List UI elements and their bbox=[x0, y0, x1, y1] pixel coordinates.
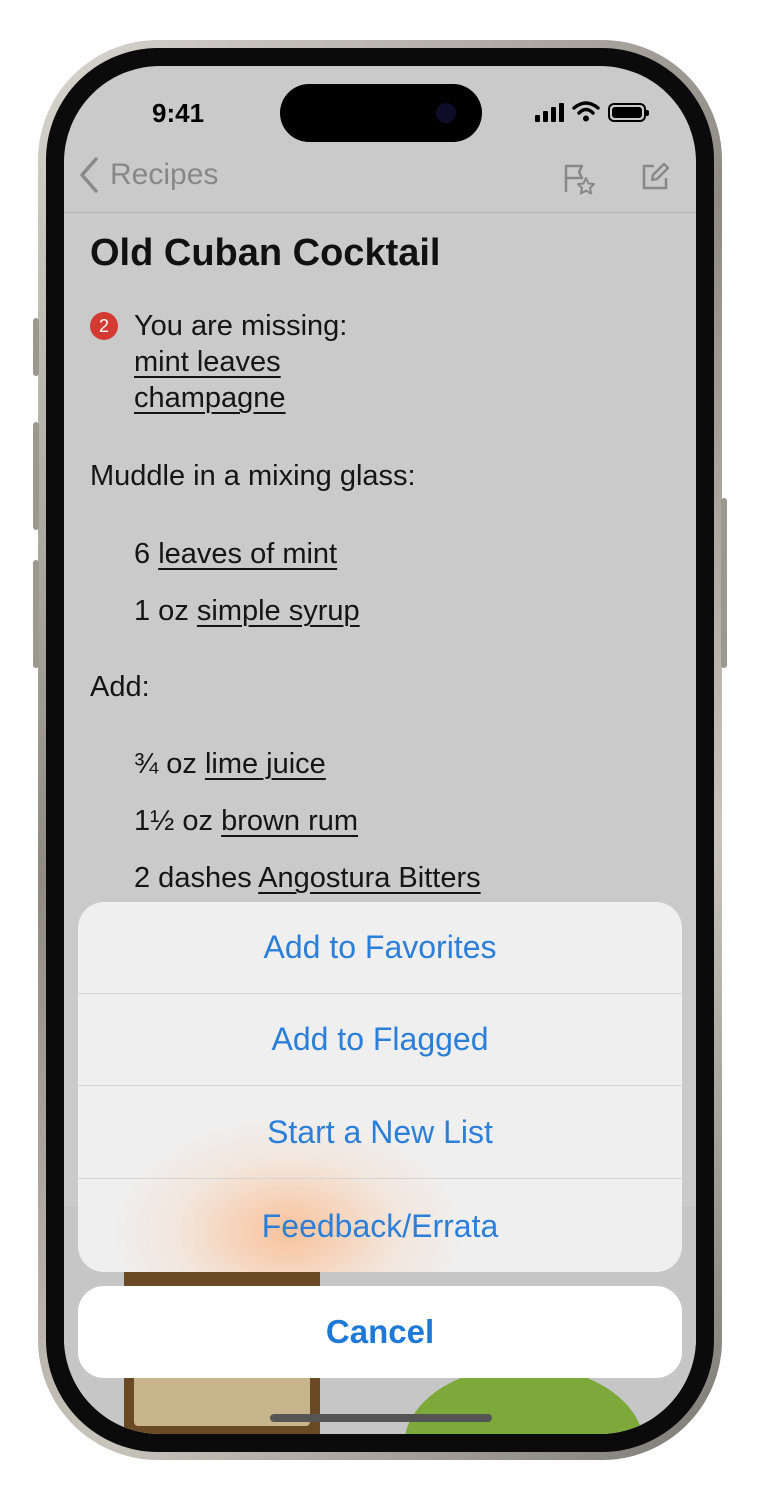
ingredient-quantity: 2 dashes bbox=[134, 862, 252, 894]
ingredient-quantity: 1½ oz bbox=[134, 805, 213, 837]
missing-label: You are missing: bbox=[134, 310, 348, 342]
missing-count-badge: 2 bbox=[90, 312, 118, 340]
missing-item-link[interactable]: champagne bbox=[134, 382, 286, 415]
add-to-favorites-button[interactable]: Add to Favorites bbox=[78, 902, 682, 994]
dynamic-island bbox=[280, 84, 482, 142]
navigation-bar: Recipes bbox=[64, 150, 696, 213]
wifi-icon bbox=[572, 101, 600, 122]
ingredient-link[interactable]: brown rum bbox=[221, 805, 358, 837]
ingredient-link[interactable]: leaves of mint bbox=[158, 538, 337, 570]
action-button bbox=[33, 318, 39, 376]
feedback-errata-button[interactable]: Feedback/Errata bbox=[78, 1180, 682, 1272]
power-button bbox=[721, 498, 727, 668]
add-to-flagged-button[interactable]: Add to Flagged bbox=[78, 994, 682, 1086]
ingredient-link[interactable]: lime juice bbox=[205, 748, 326, 780]
ingredient-line: ¾ oz lime juice bbox=[134, 748, 326, 781]
camera-icon bbox=[436, 103, 456, 123]
back-button[interactable]: Recipes bbox=[78, 156, 218, 194]
status-time: 9:41 bbox=[152, 98, 205, 128]
compose-icon[interactable] bbox=[640, 162, 670, 192]
flag-star-icon[interactable] bbox=[562, 162, 598, 196]
action-sheet: Add to Favorites Add to Flagged Start a … bbox=[78, 902, 682, 1272]
battery-icon bbox=[608, 103, 649, 122]
chevron-left-icon bbox=[80, 157, 98, 193]
cancel-button[interactable]: Cancel bbox=[78, 1286, 682, 1378]
section-heading: Muddle in a mixing glass: bbox=[90, 460, 416, 492]
screen: 9:41 Recipes Old Cuban Cocktail 2 You ar… bbox=[64, 66, 696, 1434]
start-new-list-button[interactable]: Start a New List bbox=[78, 1087, 682, 1179]
cellular-signal-icon bbox=[535, 103, 564, 122]
ingredient-quantity: 6 bbox=[134, 538, 151, 570]
section-heading: Add: bbox=[90, 671, 150, 703]
back-label: Recipes bbox=[110, 158, 219, 191]
ingredient-line: 1½ oz brown rum bbox=[134, 805, 358, 838]
ingredient-line: 1 oz simple syrup bbox=[134, 595, 360, 628]
missing-item-link[interactable]: mint leaves bbox=[134, 346, 281, 379]
ingredient-link[interactable]: simple syrup bbox=[197, 595, 360, 627]
volume-down-button bbox=[33, 560, 39, 668]
ingredient-link[interactable]: Angostura Bitters bbox=[258, 862, 480, 894]
ingredient-line: 2 dashes Angostura Bitters bbox=[134, 862, 481, 895]
recipe-title: Old Cuban Cocktail bbox=[90, 232, 441, 274]
ingredient-quantity: 1 oz bbox=[134, 595, 189, 627]
status-icons bbox=[535, 100, 649, 122]
volume-up-button bbox=[33, 422, 39, 530]
home-indicator[interactable] bbox=[270, 1414, 492, 1422]
ingredient-quantity: ¾ oz bbox=[134, 748, 197, 780]
ingredient-line: 6 leaves of mint bbox=[134, 538, 337, 571]
